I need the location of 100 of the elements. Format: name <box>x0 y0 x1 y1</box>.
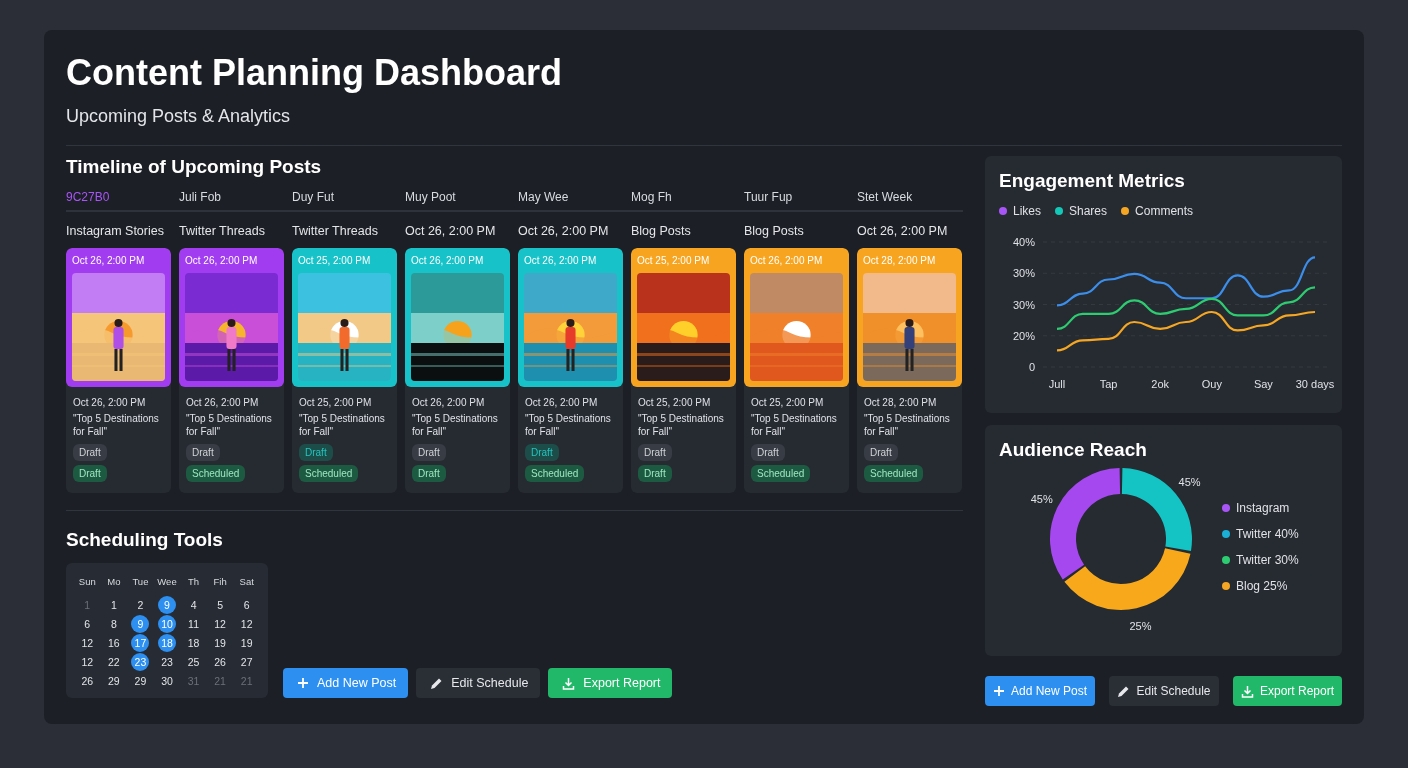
post-date: Oct 25, 2:00 PM <box>637 255 711 266</box>
card-title: Engagement Metrics <box>999 170 1186 192</box>
section-title: Scheduling Tools <box>66 529 224 551</box>
axis-label: 30% <box>1012 267 1035 280</box>
post-date: Oct 26, 2:00 PM <box>186 397 259 408</box>
axis-label: 30% <box>1012 298 1035 311</box>
post-date: Oct 26, 2:00 PM <box>525 397 598 408</box>
axis-label: Jull <box>1048 378 1066 390</box>
calendar-day[interactable]: 11 <box>184 615 203 633</box>
column-label: Blog Posts <box>744 224 805 238</box>
edit-button[interactable]: Edit Schedule <box>416 668 541 698</box>
page-title: Content Planning Dashboard <box>66 52 563 94</box>
calendar-day[interactable]: 29 <box>104 672 123 690</box>
post-title: "Top 5 Destinations for Fall" <box>73 412 160 438</box>
post-date: Oct 26, 2:00 PM <box>750 255 824 266</box>
calendar-day[interactable]: 6 <box>237 596 256 614</box>
status-badge: Draft <box>73 444 107 461</box>
column-label: Twitter Threads <box>179 224 266 238</box>
timeline-tab[interactable]: Mog Fh <box>631 190 736 204</box>
status-badge: Draft <box>412 444 446 461</box>
post-title: "Top 5 Destinations for Fall" <box>186 412 273 438</box>
weekday-label: Mo <box>106 575 122 589</box>
section-title: Timeline of Upcoming Posts <box>66 156 323 178</box>
calendar-day[interactable]: 29 <box>131 672 150 690</box>
timeline-tab[interactable]: Juli Fob <box>179 190 284 204</box>
post-date: Oct 26, 2:00 PM <box>524 255 598 266</box>
legend-label: Likes <box>1013 204 1041 218</box>
card-title: Audience Reach <box>999 439 1148 461</box>
calendar-day[interactable]: 12 <box>237 615 256 633</box>
axis-label: 20% <box>1012 329 1035 342</box>
weekday-label: Th <box>187 575 201 589</box>
slice-label: 45% <box>1030 492 1053 505</box>
status-badge: Draft <box>751 444 785 461</box>
timeline-tab[interactable]: May Wee <box>518 190 623 204</box>
calendar-day[interactable]: 8 <box>104 615 123 633</box>
post-card[interactable]: Oct 26, 2:00 PM Oct 26, 2:00 PM "Top 5 Destinations for Fall" Draft Scheduled <box>518 248 623 493</box>
legend-label: Blog 25% <box>1236 579 1288 593</box>
axis-label: 30 days <box>1295 378 1335 390</box>
post-title: "Top 5 Destinations for Fall" <box>412 412 499 438</box>
status-badge: Scheduled <box>525 465 585 482</box>
status-badge: Scheduled <box>751 465 811 482</box>
post-title: "Top 5 Destinations for Fall" <box>751 412 838 438</box>
status-badge: Draft <box>73 465 107 482</box>
column-label: Oct 26, 2:00 PM <box>518 224 610 238</box>
column-label: Instagram Stories <box>66 224 165 238</box>
post-card[interactable]: Oct 26, 2:00 PM Oct 25, 2:00 PM "Top 5 Destinations for Fall" Draft Scheduled <box>744 248 849 493</box>
calendar-day[interactable]: 25 <box>184 653 203 671</box>
timeline-tab[interactable]: Muy Poot <box>405 190 510 204</box>
weekday-label: Fih <box>212 575 228 589</box>
post-card[interactable]: Oct 25, 2:00 PM Oct 25, 2:00 PM "Top 5 Destinations for Fall" Draft Scheduled <box>292 248 397 493</box>
status-badge: Draft <box>638 444 672 461</box>
calendar-day[interactable]: 2 <box>131 596 150 614</box>
calendar-day[interactable]: 22 <box>104 653 123 671</box>
timeline-tab[interactable]: Tuur Fup <box>744 190 849 204</box>
post-card[interactable]: Oct 26, 2:00 PM Oct 26, 2:00 PM "Top 5 Destinations for Fall" Draft Draft <box>405 248 510 493</box>
axis-label: Say <box>1253 378 1273 390</box>
calendar-day[interactable]: 12 <box>78 653 97 671</box>
calendar-day[interactable]: 27 <box>237 653 256 671</box>
status-badge: Draft <box>412 465 446 482</box>
calendar-day[interactable]: 23 <box>158 653 176 671</box>
timeline-tab[interactable]: 9C27B0 <box>66 190 171 204</box>
weekday-label: Tue <box>131 575 150 589</box>
timeline-tab[interactable]: Duy Fut <box>292 190 397 204</box>
legend-label: Twitter 40% <box>1236 527 1299 541</box>
column-label: Oct 26, 2:00 PM <box>857 224 949 238</box>
post-date: Oct 26, 2:00 PM <box>72 255 146 266</box>
post-card[interactable]: Oct 26, 2:00 PM Oct 26, 2:00 PM "Top 5 Destinations for Fall" Draft Scheduled <box>179 248 284 493</box>
post-title: "Top 5 Destinations for Fall" <box>525 412 612 438</box>
calendar-day[interactable]: 30 <box>158 672 176 690</box>
page-subtitle: Upcoming Posts & Analytics <box>66 106 292 127</box>
post-date: Oct 25, 2:00 PM <box>298 255 372 266</box>
calendar-day[interactable]: 6 <box>78 615 97 633</box>
post-card[interactable]: Oct 26, 2:00 PM Oct 26, 2:00 PM "Top 5 Destinations for Fall" Draft Draft <box>66 248 171 493</box>
calendar-day[interactable]: 19 <box>211 634 230 652</box>
status-badge: Scheduled <box>864 465 924 482</box>
post-card[interactable]: Oct 28, 2:00 PM Oct 28, 2:00 PM "Top 5 Destinations for Fall" Draft Scheduled <box>857 248 962 493</box>
post-card[interactable]: Oct 25, 2:00 PM Oct 25, 2:00 PM "Top 5 Destinations for Fall" Draft Draft <box>631 248 736 493</box>
calendar-day[interactable]: 12 <box>211 615 230 633</box>
calendar-day[interactable]: 26 <box>211 653 230 671</box>
weekday-label: Wee <box>156 575 178 589</box>
status-badge: Draft <box>186 444 220 461</box>
calendar-day[interactable]: 16 <box>104 634 123 652</box>
calendar-day[interactable]: 12 <box>78 634 97 652</box>
slice-label: 25% <box>1129 619 1152 632</box>
status-badge: Scheduled <box>299 465 359 482</box>
legend-label: Twitter 30% <box>1236 553 1299 567</box>
edit-button[interactable]: Edit Schedule <box>1109 676 1219 706</box>
calendar-day[interactable]: 19 <box>237 634 256 652</box>
calendar-day[interactable]: 1 <box>104 596 123 614</box>
post-date: Oct 26, 2:00 PM <box>412 397 485 408</box>
column-label: Oct 26, 2:00 PM <box>405 224 497 238</box>
calendar-day[interactable]: 26 <box>78 672 97 690</box>
calendar-day[interactable]: 18 <box>184 634 203 652</box>
axis-label: 0 <box>1028 361 1035 373</box>
calendar-day[interactable]: 5 <box>211 596 230 614</box>
axis-label: 40% <box>1012 236 1035 248</box>
weekday-label: Sun <box>77 575 97 589</box>
calendar-day[interactable]: 4 <box>184 596 203 614</box>
post-date: Oct 25, 2:00 PM <box>299 397 372 408</box>
timeline-tab[interactable]: Stet Week <box>857 190 962 204</box>
